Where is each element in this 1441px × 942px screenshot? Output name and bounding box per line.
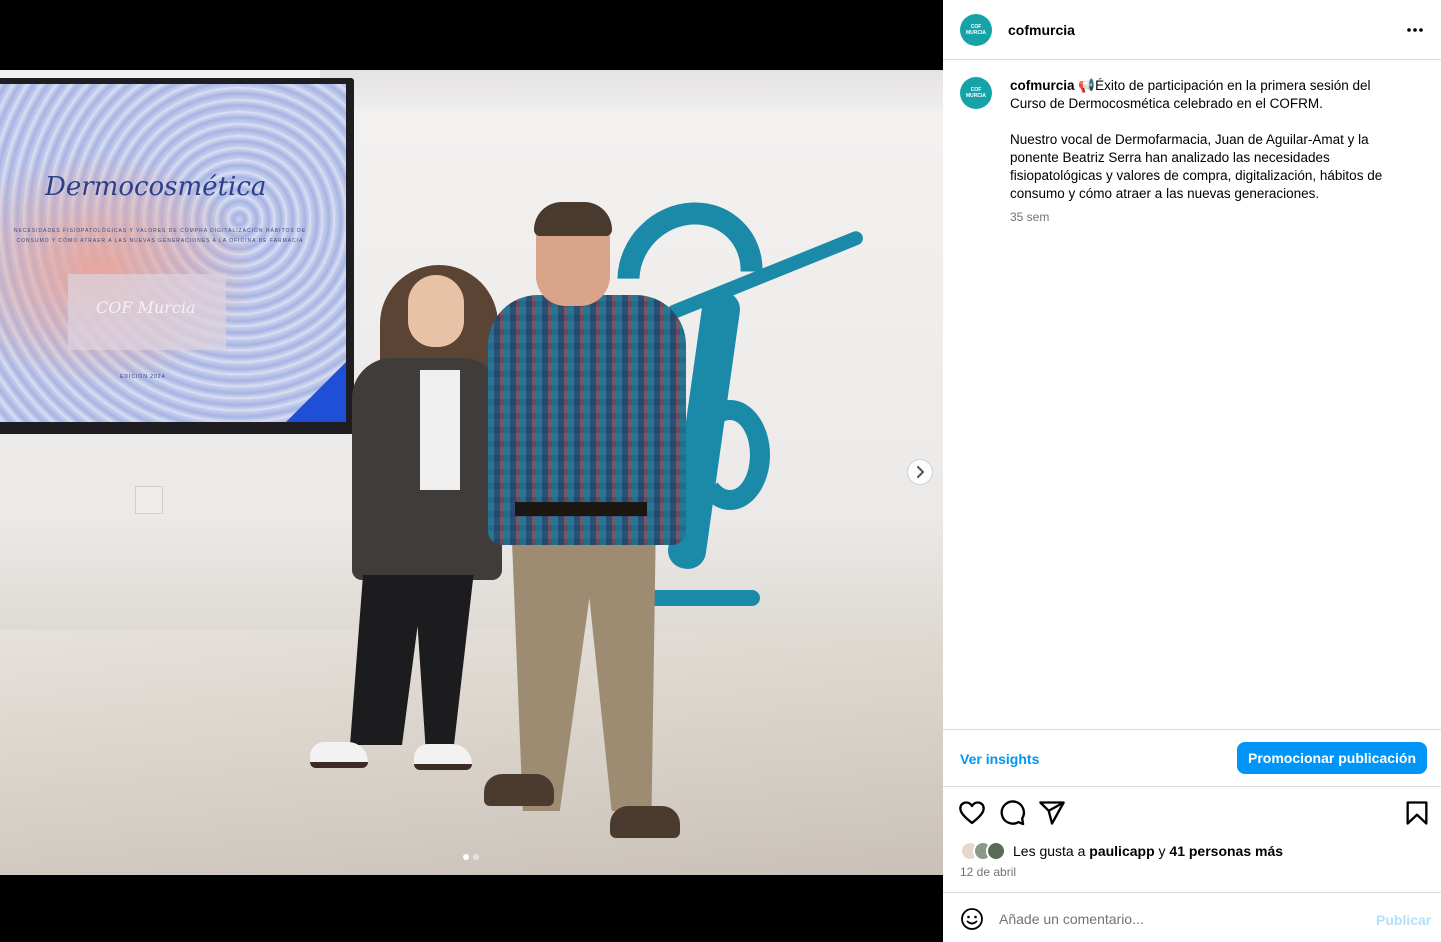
likes-user-link[interactable]: paulicapp [1089, 843, 1154, 859]
likes-prefix: Les gusta a [1013, 843, 1090, 859]
woman-shirt [420, 370, 460, 490]
logo-base [640, 590, 760, 606]
post-photo: Dermocosmética NECESIDADES FISIOPATOLÓGI… [0, 70, 943, 875]
publish-button[interactable]: Publicar [1376, 912, 1431, 928]
action-bar [943, 795, 1441, 835]
avatar[interactable]: COF MURCIA [960, 14, 992, 46]
woman-face [408, 275, 464, 347]
woman-shoe-left [310, 742, 368, 768]
screen-subtitle: NECESIDADES FISIOPATOLÓGICAS Y VALORES D… [13, 228, 307, 244]
comment-input[interactable] [999, 907, 1359, 931]
emoji-icon[interactable] [960, 907, 984, 931]
comment-icon[interactable] [998, 799, 1026, 827]
carousel-dot-1 [463, 854, 469, 860]
heart-icon[interactable] [958, 799, 986, 827]
man-shoe-left [484, 774, 554, 806]
avatar-text-bottom: MURCIA [966, 93, 986, 99]
post-date[interactable]: 12 de abril [960, 865, 1016, 879]
view-insights-link[interactable]: Ver insights [960, 751, 1039, 767]
post-sidebar: COF MURCIA cofmurcia COF MURCIA cofmurci… [943, 0, 1441, 942]
insights-bar: Ver insights Promocionar publicación [943, 729, 1441, 787]
man-belt [515, 502, 647, 516]
caption-username[interactable]: cofmurcia [1010, 78, 1075, 93]
caption: cofmurcia 📢Éxito de participación en la … [1010, 77, 1410, 203]
liker-avatar [986, 841, 1006, 861]
share-icon[interactable] [1038, 799, 1066, 827]
caption-text: 📢Éxito de participación en la primera se… [1010, 78, 1383, 201]
post-media: Dermocosmética NECESIDADES FISIOPATOLÓGI… [0, 0, 943, 942]
ceiling [320, 70, 943, 110]
screen-title: Dermocosmética [45, 172, 267, 202]
woman-shoe-right [414, 744, 472, 770]
screen-corner [286, 362, 346, 422]
comment-bar: Publicar [943, 892, 1441, 942]
caption-avatar[interactable]: COF MURCIA [960, 77, 992, 109]
man-shoe-right [610, 806, 680, 838]
more-icon[interactable] [1403, 20, 1427, 40]
likes-row: Les gusta a paulicapp y 41 personas más [960, 840, 1283, 862]
chevron-right-icon [917, 466, 924, 478]
caption-section: COF MURCIA cofmurcia 📢Éxito de participa… [943, 60, 1441, 730]
floor [0, 630, 943, 875]
likes-text: Les gusta a paulicapp y 41 personas más [1013, 843, 1283, 859]
avatar-text-bottom: MURCIA [966, 30, 986, 36]
likes-others-link[interactable]: 41 personas más [1169, 843, 1283, 859]
caption-timestamp[interactable]: 35 sem [1010, 210, 1049, 224]
tv-display: Dermocosmética NECESIDADES FISIOPATOLÓGI… [0, 78, 354, 434]
logo-loop [690, 400, 770, 510]
likes-mid: y [1154, 843, 1170, 859]
man-hair [534, 202, 612, 236]
tv-screen: Dermocosmética NECESIDADES FISIOPATOLÓGI… [0, 84, 346, 422]
header-username[interactable]: cofmurcia [1008, 22, 1075, 38]
post-modal: Dermocosmética NECESIDADES FISIOPATOLÓGI… [0, 0, 1441, 942]
bookmark-icon[interactable] [1403, 799, 1431, 827]
post-header: COF MURCIA cofmurcia [943, 0, 1441, 60]
screen-footer: EDICIÓN 2024 [120, 374, 166, 380]
wall-outlet [135, 486, 163, 514]
carousel-dot-2 [473, 854, 479, 860]
promote-post-button[interactable]: Promocionar publicación [1237, 742, 1427, 774]
carousel-next-button[interactable] [908, 460, 932, 484]
carousel-indicator [463, 854, 479, 860]
screen-box: COF Murcia [68, 274, 226, 350]
screen-box-text: COF Murcia [96, 298, 196, 317]
